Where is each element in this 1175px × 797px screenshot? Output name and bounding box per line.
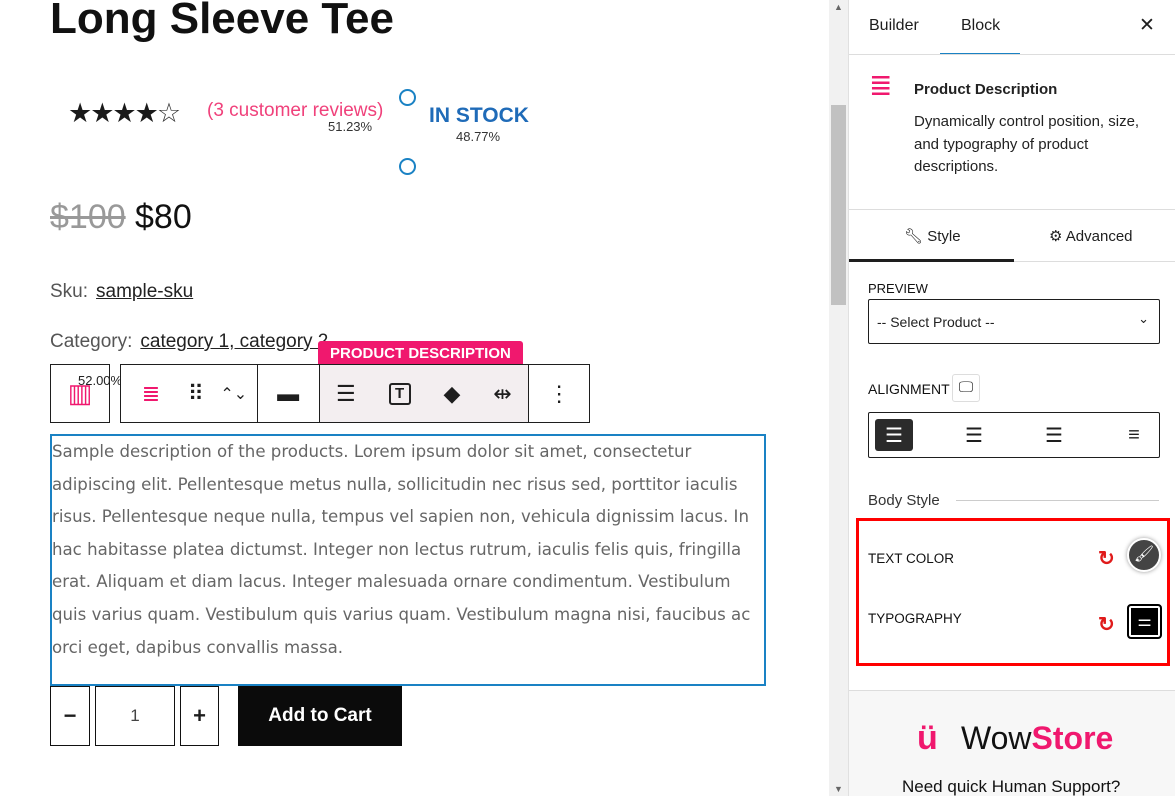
gear-icon: ⚙: [1049, 228, 1066, 245]
highlight-box: [856, 518, 1170, 666]
scrollbar-thumb[interactable]: [831, 105, 846, 305]
stock-status: IN STOCK: [429, 104, 529, 127]
alignment-control: ☰ ☰ ☰ ≡: [868, 412, 1160, 458]
resize-handle-bottom[interactable]: [399, 158, 416, 175]
close-icon[interactable]: ✕: [1139, 14, 1155, 37]
old-price: $100: [50, 198, 126, 236]
product-description-block[interactable]: Sample description of the products. Lore…: [50, 434, 766, 686]
reset-text-color-icon[interactable]: ↻: [1098, 546, 1115, 571]
product-description-icon[interactable]: ≣: [121, 381, 181, 407]
text-color-label: TEXT COLOR: [868, 551, 955, 566]
settings-panel: Builder Block ✕ ≣ Product Description Dy…: [848, 0, 1175, 796]
product-description-icon: ≣: [869, 70, 893, 101]
wowstore-logo: WowStore: [961, 720, 1114, 756]
alignment-label: ALIGNMENT: [868, 381, 950, 397]
drag-handle-icon[interactable]: ⠿: [181, 381, 211, 407]
preview-select[interactable]: -- Select Product -- ⌄: [868, 299, 1160, 344]
empty-star: ☆: [156, 98, 181, 128]
text-align-icon[interactable]: ☰: [336, 381, 356, 407]
block-controls: ☰ T ◆ ⇹: [318, 365, 530, 422]
quantity-decrease-button[interactable]: −: [50, 686, 90, 746]
category-row: Category: category 1, category 2: [50, 331, 328, 353]
align-right-button[interactable]: ☰: [1035, 419, 1073, 451]
subtab-style[interactable]: 🔧︎ Style: [904, 227, 961, 245]
column-width-left: 51.23%: [328, 119, 373, 134]
resize-handle-top[interactable]: [399, 89, 416, 106]
reset-typography-icon[interactable]: ↻: [1098, 612, 1115, 637]
promo-area: ü WowStore Need quick Human Support?: [849, 690, 1175, 796]
add-to-cart-button[interactable]: Add to Cart: [238, 686, 402, 746]
fill-color-icon[interactable]: ◆: [443, 381, 460, 407]
sku-row: Sku: sample-sku: [50, 281, 193, 303]
filled-stars: ★★★★: [68, 98, 159, 128]
category-links[interactable]: category 1, category 2: [140, 331, 328, 352]
move-up-down-icon[interactable]: ⌃⌄: [211, 384, 257, 404]
color-picker-button[interactable]: 🖌︎: [1127, 538, 1161, 572]
rating-stars: ★★★★☆: [68, 98, 181, 129]
category-label: Category:: [50, 331, 133, 352]
typography-settings-button[interactable]: ⚌: [1127, 604, 1162, 639]
block-align-icon[interactable]: ▬: [256, 365, 319, 422]
spacing-icon[interactable]: ⇹: [493, 381, 511, 407]
desktop-device-icon[interactable]: 🖵︎: [952, 374, 980, 402]
support-text: Need quick Human Support?: [902, 777, 1121, 796]
block-title: Product Description: [914, 81, 1058, 98]
sku-label: Sku:: [50, 281, 89, 302]
preview-label: PREVIEW: [868, 281, 928, 296]
wrench-icon: 🔧︎: [904, 228, 928, 245]
chevron-down-icon: ⌄: [1138, 311, 1149, 326]
more-options-icon[interactable]: ⋮: [529, 381, 589, 407]
scroll-up-arrow-icon[interactable]: ▲: [829, 2, 848, 12]
quantity-input[interactable]: 1: [95, 686, 175, 746]
sku-link[interactable]: sample-sku: [96, 281, 193, 302]
block-description: Dynamically control position, size, and …: [914, 113, 1140, 175]
typography-icon[interactable]: T: [388, 382, 411, 405]
align-center-button[interactable]: ☰: [955, 419, 993, 451]
wowstore-logo-icon: ü: [917, 719, 938, 757]
quantity-increase-button[interactable]: +: [180, 686, 219, 746]
align-left-button[interactable]: ☰: [875, 419, 913, 451]
tab-builder[interactable]: Builder: [869, 17, 919, 35]
block-toolbar: ≣ ⠿ ⌃⌄ ▬ ☰ T ◆ ⇹ ⋮: [120, 364, 590, 423]
tab-block[interactable]: Block: [940, 17, 1020, 55]
subtab-advanced[interactable]: ⚙ Advanced: [1049, 227, 1133, 245]
column-width-right: 48.77%: [456, 129, 501, 144]
typography-label: TYPOGRAPHY: [868, 611, 962, 626]
product-title: Long Sleeve Tee: [50, 0, 394, 43]
sale-price: $80: [135, 198, 192, 236]
body-style-heading: Body Style: [868, 492, 940, 509]
column-width-badge: 52.00%: [78, 373, 123, 388]
scroll-down-arrow-icon[interactable]: ▼: [829, 784, 848, 794]
align-justify-button[interactable]: ≡: [1115, 419, 1153, 451]
